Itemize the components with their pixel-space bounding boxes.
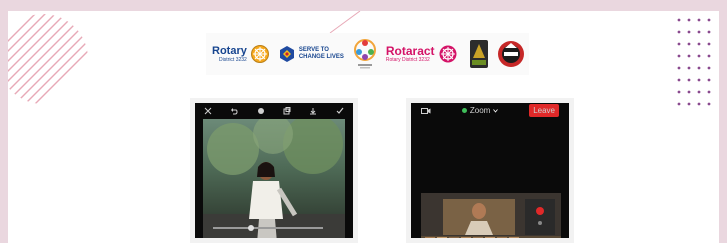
rotary-wheel-icon	[250, 45, 269, 63]
zoom-label: Zoom	[469, 106, 491, 115]
sponsor-logo-strip: Rotary District 3232 SERVE TO CHANGE LIV…	[206, 33, 529, 75]
community-emblem-logo	[353, 39, 376, 69]
slide-card: Rotary District 3232 SERVE TO CHANGE LIV…	[8, 11, 719, 243]
editor-toolbar	[195, 103, 353, 118]
zoom-dropdown-icon	[493, 108, 499, 113]
red-emblem-logo	[497, 41, 524, 67]
rotaract-logo: Rotaract Rotary District 3232	[386, 44, 458, 64]
rotary-logo: Rotary District 3232	[212, 44, 270, 64]
club-badge-logo	[469, 40, 488, 68]
rotaract-district-text: Rotary District 3232	[385, 57, 430, 63]
rotaract-wheel-icon	[439, 45, 457, 63]
zoom-topbar: Zoom Leave	[411, 103, 569, 118]
rotary-district-text: District 3232	[219, 56, 247, 63]
undo-icon	[231, 107, 238, 114]
woman-portrait-photo	[203, 114, 345, 238]
download-icon	[310, 107, 317, 114]
secure-shield-icon	[461, 108, 467, 113]
leave-button[interactable]: Leave	[529, 104, 559, 117]
camera-switch-icon	[421, 107, 431, 114]
photo-editor-phone-screenshot	[190, 98, 358, 243]
zoom-title[interactable]: Zoom	[461, 106, 499, 115]
zoom-call-phone-screenshot: Zoom Leave	[406, 98, 574, 243]
brush-icon	[257, 107, 264, 114]
dot-grid-decoration	[677, 18, 711, 106]
serve-logo-line1: SERVE TO	[298, 47, 329, 53]
serve-emblem-icon	[279, 46, 294, 62]
serve-logo-line2: CHANGE LIVES	[298, 54, 344, 60]
serve-to-change-lives-logo: SERVE TO CHANGE LIVES	[278, 45, 344, 63]
accent-diagonal-line	[329, 11, 361, 34]
diagonal-stripes-decoration	[8, 14, 88, 104]
video-participant-illustration	[421, 193, 561, 238]
rotary-logo-text: Rotary	[212, 44, 247, 57]
layers-icon	[283, 106, 291, 114]
zoom-video-frame	[421, 193, 561, 238]
portrait-illustration	[203, 114, 345, 238]
check-icon	[336, 107, 344, 114]
close-icon	[204, 107, 212, 114]
rotaract-logo-text: Rotaract	[385, 44, 435, 58]
